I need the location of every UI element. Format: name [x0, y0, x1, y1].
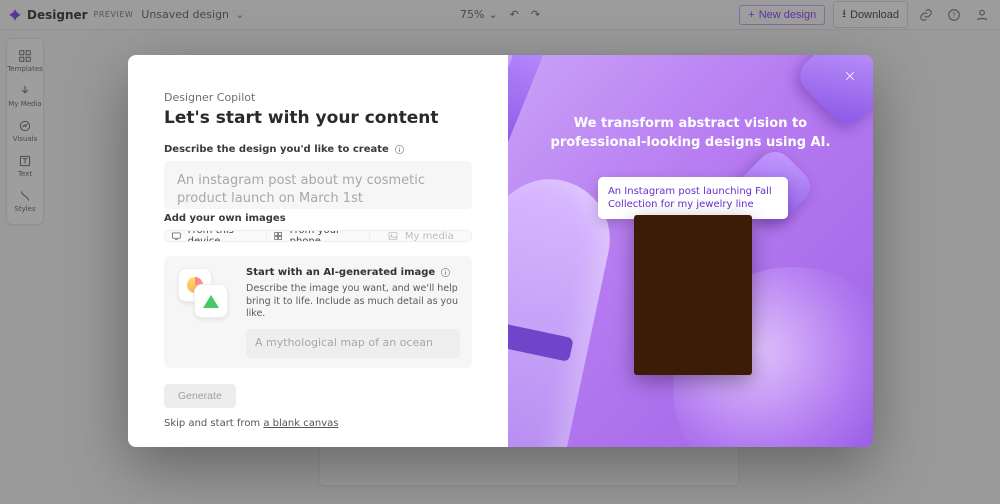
example-prompt-bubble: An Instagram post launching Fall Collect…	[598, 177, 788, 219]
ai-body: Describe the image you want, and we'll h…	[246, 283, 460, 321]
my-media-button: My media	[369, 230, 471, 242]
skip-text: Skip and start from a blank canvas	[164, 418, 472, 429]
image-source-row: From this device From your phone My medi…	[164, 230, 472, 242]
generate-button[interactable]: Generate	[164, 384, 236, 408]
modal-right-panel: We transform abstract vision to professi…	[508, 55, 873, 447]
from-device-button[interactable]: From this device	[165, 230, 266, 242]
design-prompt-input[interactable]: An instagram post about my cosmetic prod…	[164, 161, 472, 209]
close-button[interactable]	[841, 67, 859, 85]
copilot-modal: Designer Copilot Let's start with your c…	[128, 55, 873, 447]
modal-kicker: Designer Copilot	[164, 91, 472, 104]
describe-label: Describe the design you'd like to create	[164, 144, 389, 155]
tagline: We transform abstract vision to professi…	[508, 115, 873, 153]
from-phone-button[interactable]: From your phone	[266, 230, 368, 242]
info-icon[interactable]	[440, 267, 451, 278]
ai-prompt-input[interactable]: A mythological map of an ocean	[246, 329, 460, 358]
ai-image-card: Start with an AI-generated image Describ…	[164, 256, 472, 368]
blank-canvas-link[interactable]: a blank canvas	[263, 418, 338, 429]
preview-thumbnail	[634, 215, 752, 375]
ai-thumb-icon	[176, 266, 232, 322]
modal-title: Let's start with your content	[164, 108, 472, 128]
modal-left-panel: Designer Copilot Let's start with your c…	[128, 55, 508, 447]
info-icon[interactable]	[394, 144, 405, 155]
ai-heading: Start with an AI-generated image	[246, 266, 435, 280]
add-images-label: Add your own images	[164, 213, 286, 224]
